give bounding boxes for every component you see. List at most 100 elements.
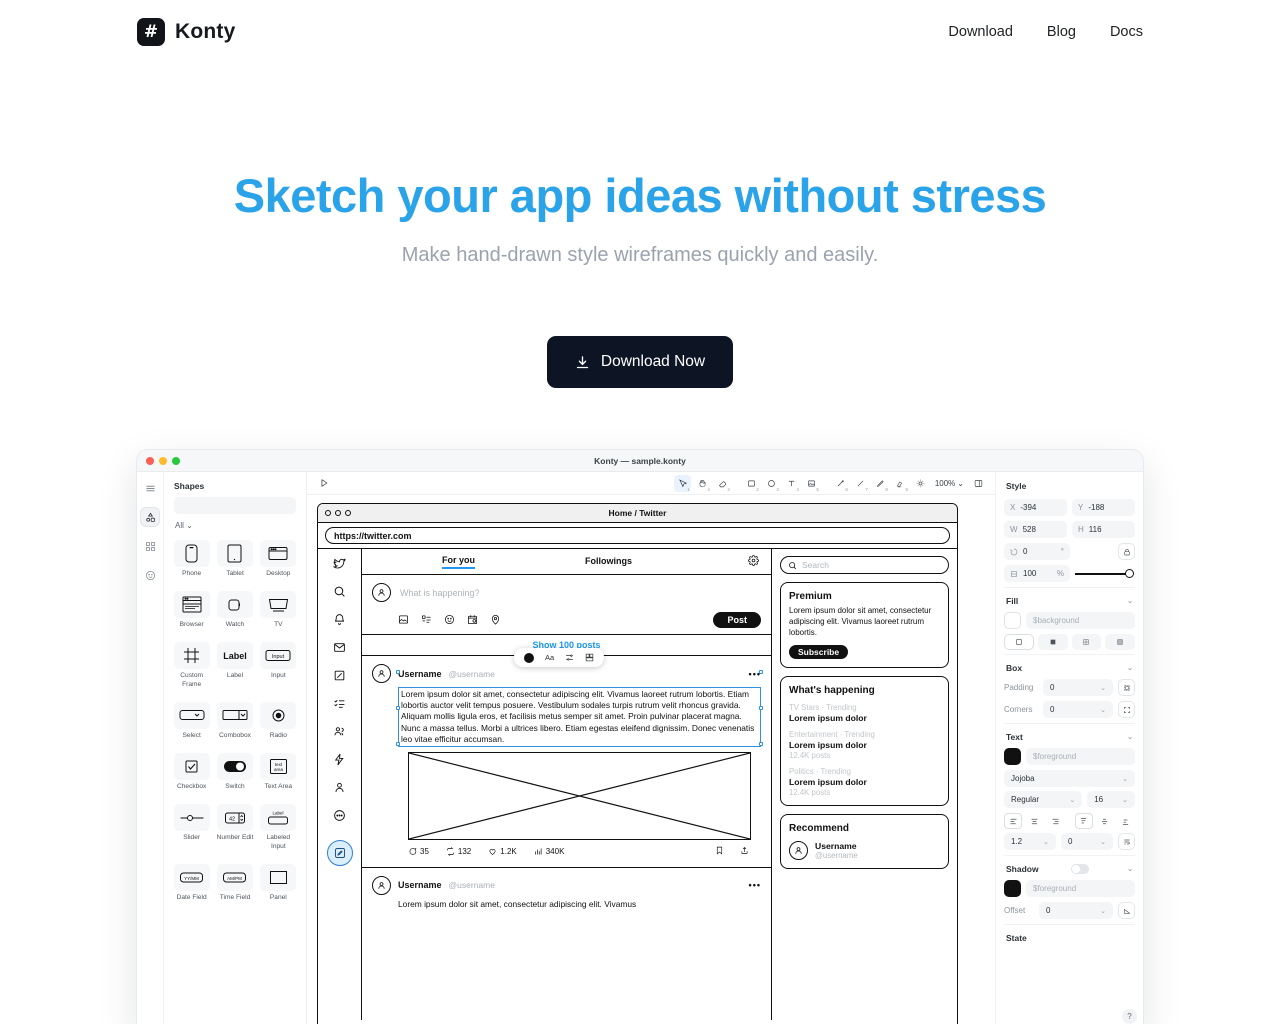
shape-item-labeled-input[interactable]: Label Labeled Input xyxy=(258,799,299,856)
compose-icon[interactable] xyxy=(326,840,353,866)
nav-download[interactable]: Download xyxy=(948,24,1013,40)
hand-tool-icon[interactable]: 4 xyxy=(694,475,711,492)
post-body-selected[interactable]: Lorem ipsum dolor sit amet, consectetur … xyxy=(398,687,761,747)
lightning-icon[interactable] xyxy=(333,753,346,766)
y-field[interactable]: Y -188 xyxy=(1072,499,1135,516)
shape-item-radio[interactable]: Radio xyxy=(258,697,299,746)
more-circle-icon[interactable] xyxy=(333,809,346,822)
nav-docs[interactable]: Docs xyxy=(1110,24,1143,40)
fill-swatch[interactable] xyxy=(1004,612,1021,629)
fill-value[interactable]: $background xyxy=(1026,612,1135,629)
shape-item-checkbox[interactable]: Checkbox xyxy=(171,748,212,797)
shapes-search-input[interactable] xyxy=(184,501,294,510)
person-icon[interactable] xyxy=(333,781,346,794)
shape-item-label[interactable]: Label Label xyxy=(214,637,255,694)
text-tool-icon[interactable]: 4 xyxy=(783,475,800,492)
comment-action[interactable]: 35 xyxy=(408,847,429,856)
corners-individual-icon[interactable] xyxy=(1118,701,1135,718)
rotation-field[interactable]: 0 ° xyxy=(1004,543,1070,560)
shadow-toggle[interactable] xyxy=(1070,864,1089,874)
height-field[interactable]: H 116 xyxy=(1072,521,1135,538)
shape-item-phone[interactable]: Phone xyxy=(171,535,212,584)
font-weight-select[interactable]: Regular ⌄ xyxy=(1004,791,1083,808)
padding-sides-icon[interactable] xyxy=(1118,679,1135,696)
text-wrap-icon[interactable] xyxy=(1118,833,1135,850)
shape-item-date-field[interactable]: YY/MM Date Field xyxy=(171,859,212,908)
shape-item-combobox[interactable]: Combobox xyxy=(214,697,255,746)
handle-mid-left[interactable] xyxy=(396,705,400,710)
zoom-level-control[interactable]: 100% ⌄ xyxy=(935,479,964,488)
arrow-tool-icon[interactable]: 7 xyxy=(852,475,869,492)
shape-item-slider[interactable]: Slider xyxy=(171,799,212,856)
select-tool-icon[interactable]: 1 xyxy=(673,474,691,492)
color-swatch-icon[interactable] xyxy=(524,652,534,663)
share-icon[interactable] xyxy=(740,846,749,857)
letter-spacing-select[interactable]: 0 ⌄ xyxy=(1061,833,1113,850)
align-left-icon[interactable] xyxy=(1004,813,1022,829)
text-color-value[interactable]: $foreground xyxy=(1026,748,1135,765)
highlighter-tool-icon[interactable]: 9 xyxy=(892,475,909,492)
handle-top-left[interactable] xyxy=(396,669,400,674)
trend-item[interactable]: Politics · Trending Lorem ipsum dolor 12… xyxy=(789,767,940,797)
canvas-area[interactable]: Home / Twitter https://twitter.com For y… xyxy=(307,495,995,1024)
schedule-icon[interactable] xyxy=(467,614,478,627)
shapes-icon[interactable] xyxy=(140,507,160,527)
lock-icon[interactable] xyxy=(1118,543,1135,560)
post-button[interactable]: Post xyxy=(713,612,761,628)
search-icon[interactable] xyxy=(333,585,346,598)
align-right-icon[interactable] xyxy=(1046,813,1064,829)
handle-bottom-right[interactable] xyxy=(759,741,763,746)
shape-item-tv[interactable]: TV xyxy=(258,586,299,635)
shape-item-text-area[interactable]: text area Text Area xyxy=(258,748,299,797)
twitter-bird-icon[interactable] xyxy=(333,557,346,570)
line-height-select[interactable]: 1.2 ⌄ xyxy=(1004,833,1056,850)
mock-url-bar[interactable]: https://twitter.com xyxy=(325,527,950,544)
valign-middle-icon[interactable] xyxy=(1096,813,1114,829)
trend-item[interactable]: Entertainment · Trending Lorem ipsum dol… xyxy=(789,730,940,760)
help-button[interactable]: ? xyxy=(1122,1009,1137,1024)
post-more-icon[interactable]: ••• xyxy=(749,880,761,890)
image-icon[interactable] xyxy=(398,614,409,627)
shadow-color-value[interactable]: $foreground xyxy=(1026,880,1135,897)
shapes-search-box[interactable] xyxy=(174,497,296,514)
shadow-section-header[interactable]: Shadow ⌄ xyxy=(1004,855,1135,880)
shape-item-browser[interactable]: Browser xyxy=(171,586,212,635)
opacity-field[interactable]: 100 % xyxy=(1004,565,1070,582)
state-section-header[interactable]: State xyxy=(1004,924,1135,949)
menu-icon[interactable] xyxy=(140,478,160,498)
shadow-offset-select[interactable]: 0 ⌄ xyxy=(1039,902,1113,919)
shape-item-select[interactable]: Select xyxy=(171,697,212,746)
shape-item-time-field[interactable]: AM/PM Time Field xyxy=(214,859,255,908)
location-icon[interactable] xyxy=(490,614,501,627)
fill-mode-solid[interactable] xyxy=(1037,634,1068,650)
community-icon[interactable] xyxy=(333,725,346,738)
shape-item-desktop[interactable]: Desktop xyxy=(258,535,299,584)
composer-placeholder[interactable]: What is happening? xyxy=(400,588,480,598)
text-section-header[interactable]: Text ⌄ xyxy=(1004,723,1135,748)
corners-select[interactable]: 0 ⌄ xyxy=(1043,701,1113,718)
pencil-tool-icon[interactable]: 8 xyxy=(872,475,889,492)
ellipse-tool-icon[interactable]: 3 xyxy=(763,475,780,492)
emoji-icon[interactable] xyxy=(444,614,455,627)
fill-mode-pattern-dark[interactable] xyxy=(1105,634,1135,650)
handle-top-right[interactable] xyxy=(759,669,763,674)
trend-item[interactable]: TV Stars · Trending Lorem ipsum dolor xyxy=(789,703,940,723)
shape-item-tablet[interactable]: Tablet xyxy=(214,535,255,584)
emoji-icon[interactable] xyxy=(140,565,160,585)
valign-bottom-icon[interactable] xyxy=(1117,813,1135,829)
eraser-tool-icon[interactable]: 2 xyxy=(714,475,731,492)
shape-item-custom-frame[interactable]: Custom Frame xyxy=(171,637,212,694)
subscribe-button[interactable]: Subscribe xyxy=(789,644,849,659)
tab-followings[interactable]: Followings xyxy=(585,556,632,568)
width-field[interactable]: W 528 xyxy=(1004,521,1067,538)
nav-blog[interactable]: Blog xyxy=(1047,24,1076,40)
shape-item-panel[interactable]: Panel xyxy=(258,859,299,908)
shadow-color-swatch[interactable] xyxy=(1004,880,1021,897)
fill-section-header[interactable]: Fill ⌄ xyxy=(1004,587,1135,612)
like-action[interactable]: 1.2K xyxy=(488,847,517,856)
sliders-icon[interactable] xyxy=(565,653,574,662)
handle-mid-right[interactable] xyxy=(759,705,763,710)
rectangle-tool-icon[interactable]: 2 xyxy=(743,475,760,492)
mail-icon[interactable] xyxy=(333,641,346,654)
brand-logo[interactable]: # Konty xyxy=(137,18,236,46)
